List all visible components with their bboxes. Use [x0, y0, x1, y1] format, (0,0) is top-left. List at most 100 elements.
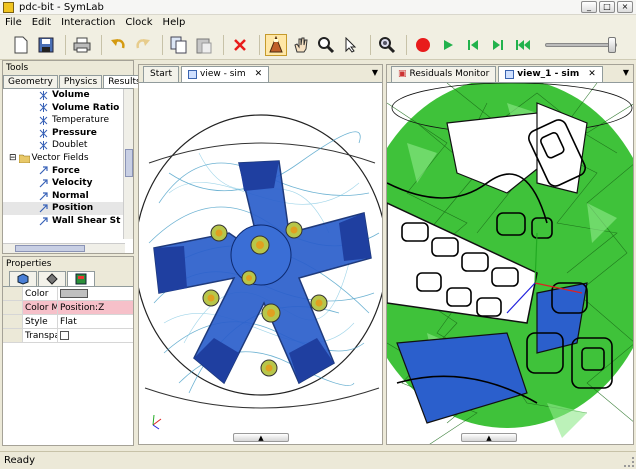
tree-item[interactable]: Velocity: [3, 177, 133, 190]
tree-item[interactable]: Volume: [3, 89, 133, 102]
status-bar: Ready: [0, 451, 636, 469]
tab-start[interactable]: Start: [143, 66, 179, 82]
play-icon[interactable]: [437, 34, 459, 56]
palette-icon[interactable]: [67, 271, 95, 286]
chevron-down-icon[interactable]: ▼: [372, 68, 378, 77]
tree-item[interactable]: Position: [3, 202, 133, 215]
paste-icon[interactable]: [193, 34, 215, 56]
minimize-button[interactable]: _: [581, 1, 597, 13]
panel-toggle-handle[interactable]: ▲: [461, 433, 517, 442]
field-icon: [39, 128, 48, 138]
tree-item[interactable]: Wall Shear St: [3, 215, 133, 228]
tab-geometry[interactable]: Geometry: [3, 75, 58, 88]
menu-edit[interactable]: Edit: [27, 17, 56, 28]
pan-hand-icon[interactable]: [290, 34, 312, 56]
toolbar-separator: [370, 34, 371, 55]
view-icon: [505, 70, 515, 79]
tree-horizontal-scrollbar[interactable]: [3, 243, 125, 253]
tree-item[interactable]: Doublet: [3, 139, 133, 152]
toolbar-separator: [259, 34, 260, 55]
print-icon[interactable]: [71, 34, 93, 56]
collapse-icon[interactable]: ⊟: [9, 152, 17, 165]
view-right-tabs: ▣ Residuals Monitor view_1 - sim ✕ ▼: [387, 65, 633, 83]
scroll-thumb[interactable]: [125, 149, 133, 177]
toolbar-separator: [65, 34, 66, 55]
new-file-icon[interactable]: [10, 34, 32, 56]
3d-viewport-right[interactable]: [387, 83, 634, 445]
tree-item-label: Pressure: [52, 127, 97, 138]
tab-residuals-monitor[interactable]: ▣ Residuals Monitor: [391, 66, 497, 82]
menu-clock[interactable]: Clock: [120, 17, 157, 28]
save-icon[interactable]: [35, 34, 57, 56]
tree-item-label: Wall Shear St: [52, 215, 121, 226]
vector-icon: [39, 179, 48, 188]
tab-view-1-sim[interactable]: view_1 - sim ✕: [498, 66, 603, 82]
properties-tabs: [3, 271, 133, 287]
close-icon[interactable]: ✕: [255, 67, 263, 82]
pointer-icon[interactable]: [340, 34, 362, 56]
select-mode-icon[interactable]: [265, 33, 287, 56]
tree-vertical-scrollbar[interactable]: [123, 89, 133, 239]
chart-icon: ▣: [398, 69, 407, 79]
field-icon: [39, 141, 48, 151]
field-icon: [39, 103, 48, 113]
tools-tabs: Geometry Physics Results: [3, 75, 146, 89]
scroll-thumb[interactable]: [15, 245, 85, 252]
menu-help[interactable]: Help: [158, 17, 191, 28]
transparency-checkbox[interactable]: [60, 331, 69, 340]
vector-icon: [39, 166, 48, 175]
toolbar: [0, 30, 636, 60]
tree-item[interactable]: Normal: [3, 190, 133, 203]
close-button[interactable]: ×: [617, 1, 633, 13]
status-text: Ready: [4, 455, 36, 466]
properties-table: ColorColor MaPosition:ZStyleFlatTranspar: [3, 287, 133, 343]
redo-icon[interactable]: [132, 34, 154, 56]
tools-panel: Tools Geometry Physics Results Volume Vol…: [2, 60, 146, 254]
diamond-icon[interactable]: [38, 271, 66, 286]
3d-viewport-left[interactable]: [139, 83, 383, 445]
results-tree: Volume Volume Ratio Temperature Pressure Dou…: [3, 89, 133, 239]
tree-item[interactable]: ⊟ Vector Fields: [3, 152, 133, 165]
tree-item[interactable]: Pressure: [3, 127, 133, 140]
property-name: Style: [23, 315, 58, 328]
step-back-icon[interactable]: [462, 34, 484, 56]
chevron-down-icon[interactable]: ▼: [623, 68, 629, 77]
property-value[interactable]: [58, 287, 133, 300]
tab-view-sim[interactable]: view - sim ✕: [181, 66, 270, 82]
copy-icon[interactable]: [168, 34, 190, 56]
undo-icon[interactable]: [107, 34, 129, 56]
property-row[interactable]: Color: [3, 287, 133, 301]
tree-item[interactable]: Temperature: [3, 114, 133, 127]
tree-item[interactable]: Volume Ratio: [3, 102, 133, 115]
tab-label: Start: [150, 69, 172, 79]
color-swatch[interactable]: [60, 289, 88, 298]
maximize-button[interactable]: □: [599, 1, 615, 13]
cube-icon[interactable]: [9, 271, 37, 286]
tree-item[interactable]: Force: [3, 165, 133, 178]
rewind-icon[interactable]: [512, 34, 534, 56]
slider-thumb[interactable]: [608, 36, 616, 53]
toolbar-separator: [101, 34, 102, 55]
close-icon[interactable]: ✕: [588, 67, 596, 82]
toolbar-separator: [162, 34, 163, 55]
zoom-icon[interactable]: [315, 34, 337, 56]
tab-label: view_1 - sim: [517, 69, 580, 79]
menu-interaction[interactable]: Interaction: [56, 17, 120, 28]
record-icon[interactable]: [412, 34, 434, 56]
resize-grip[interactable]: [624, 457, 634, 467]
tree-item-label: Position: [52, 203, 94, 214]
time-slider[interactable]: [545, 36, 617, 53]
property-value[interactable]: Flat: [58, 315, 133, 328]
step-forward-icon[interactable]: [487, 34, 509, 56]
property-row[interactable]: Transpar: [3, 329, 133, 343]
tree-item-label: Volume: [52, 90, 90, 100]
delete-icon[interactable]: [229, 34, 251, 56]
property-value[interactable]: Position:Z: [58, 301, 133, 314]
tab-physics[interactable]: Physics: [58, 75, 103, 88]
panel-toggle-handle[interactable]: ▲: [233, 433, 289, 442]
menu-file[interactable]: File: [0, 17, 27, 28]
property-row[interactable]: Style Flat: [3, 315, 133, 329]
property-row[interactable]: Color MaPosition:Z: [3, 301, 133, 315]
zoom-fit-icon[interactable]: [376, 34, 398, 56]
property-value[interactable]: [58, 329, 133, 342]
